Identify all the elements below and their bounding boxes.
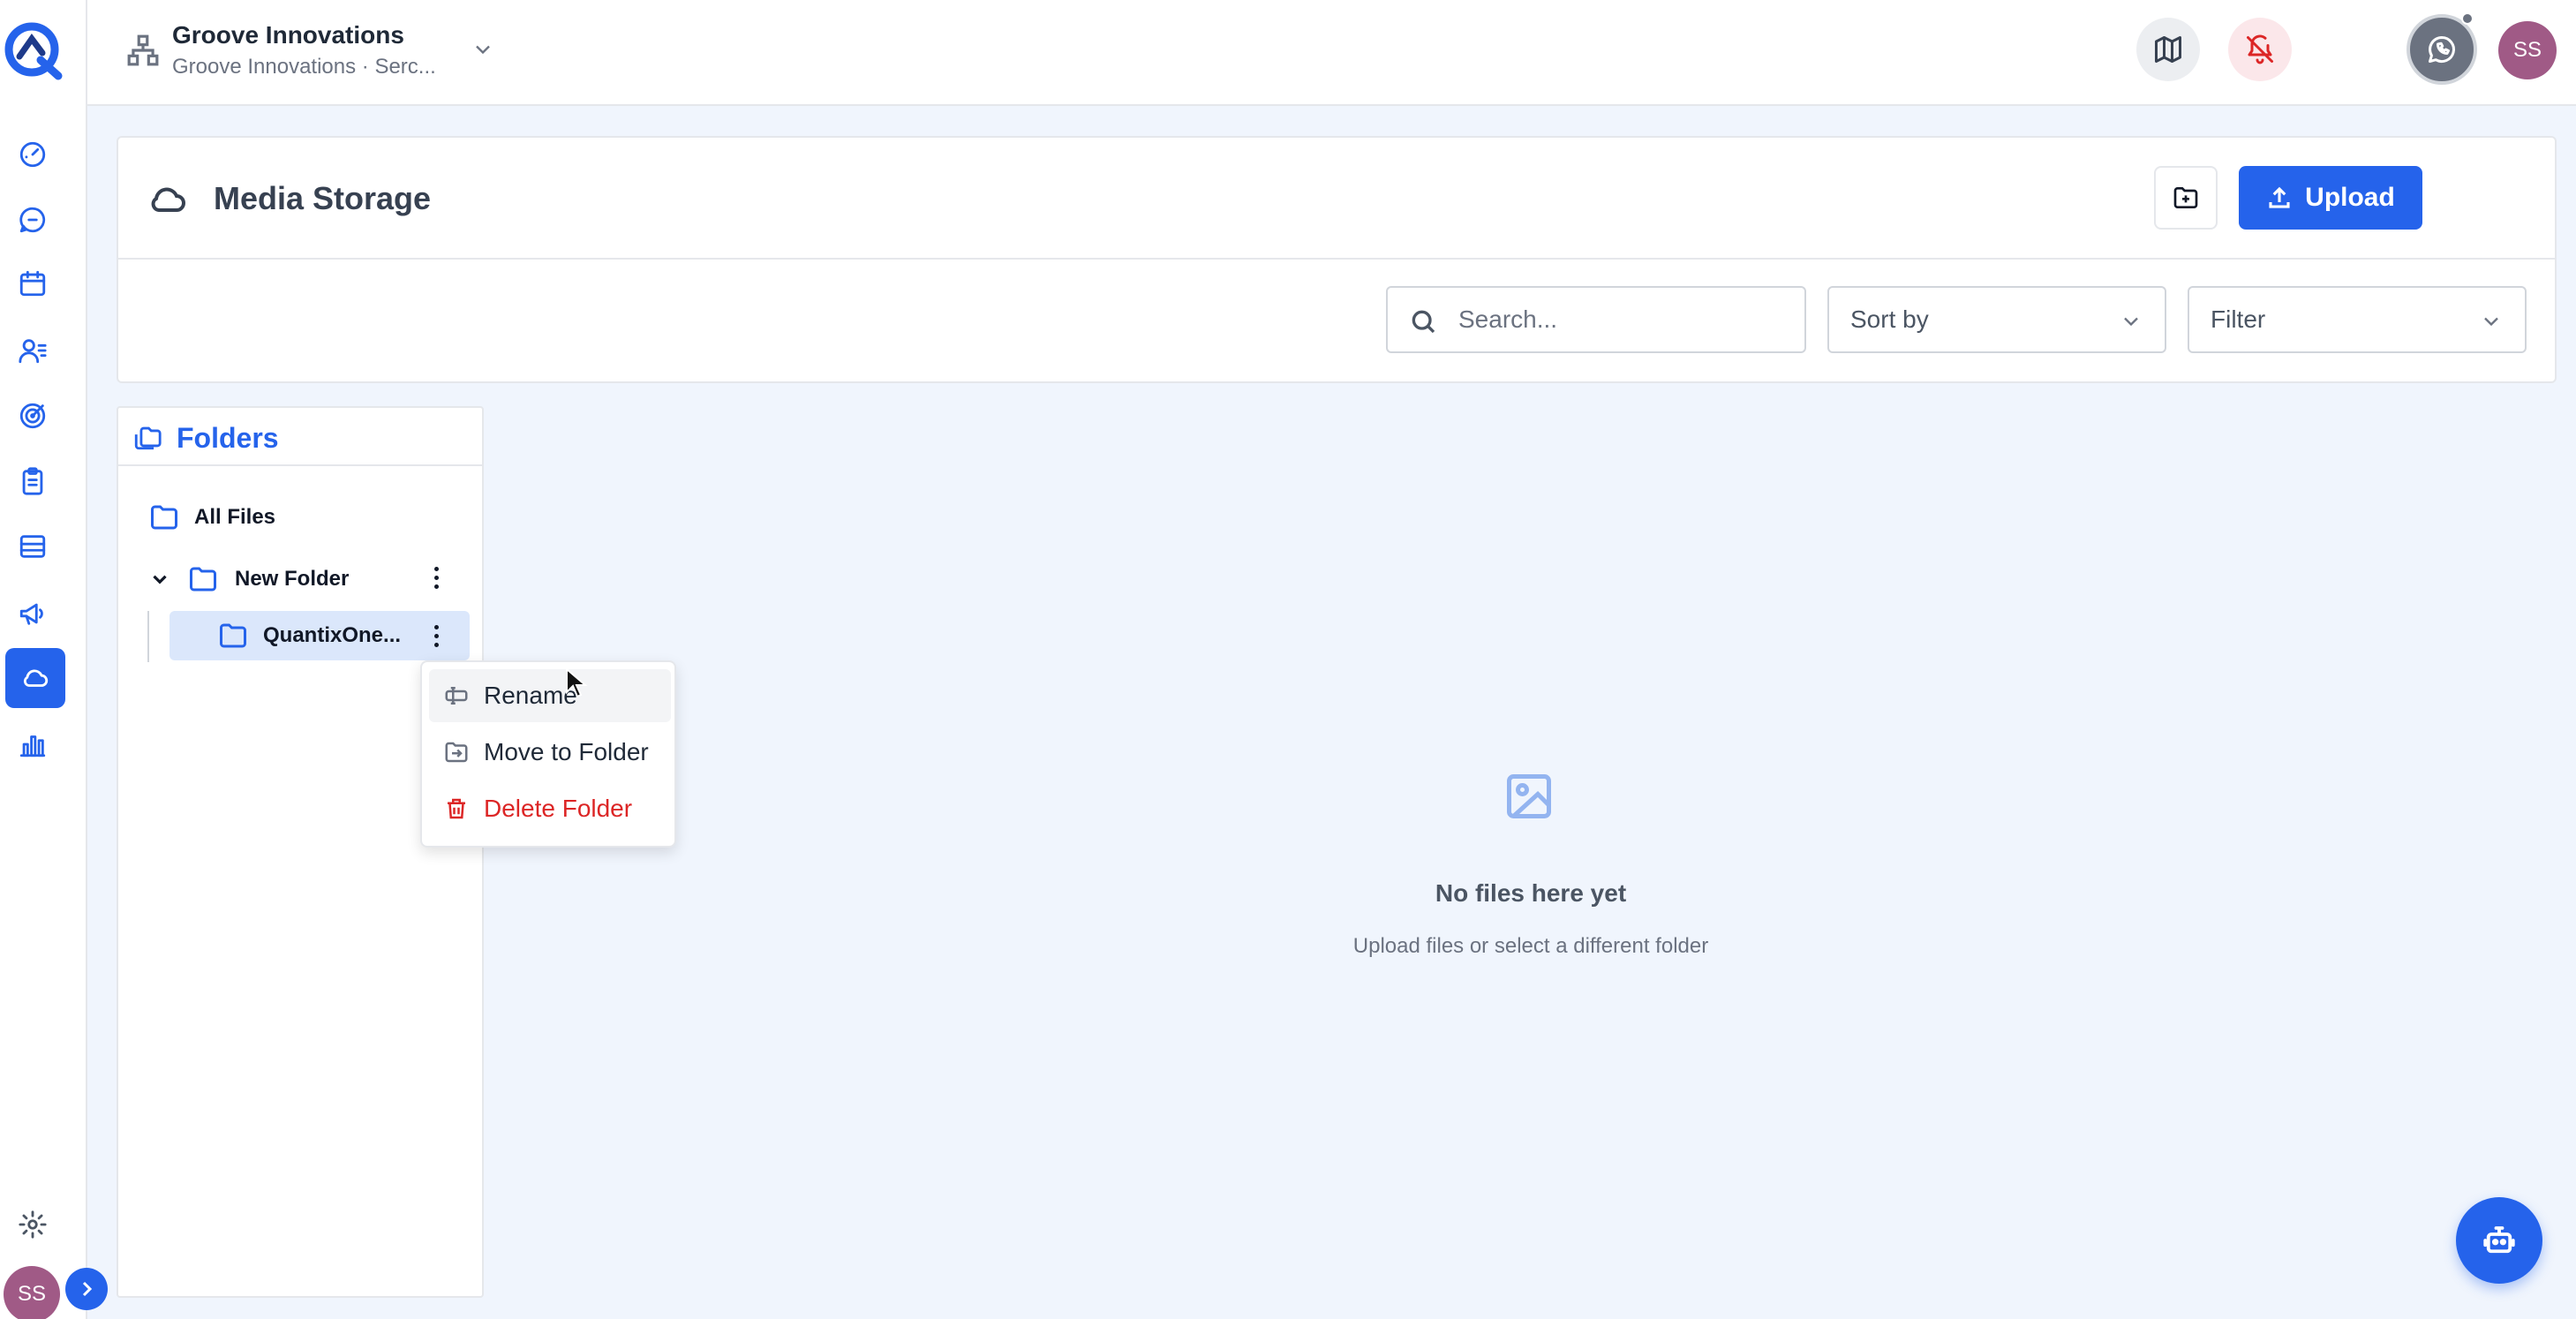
folder-context-menu: Rename Move to Folder Delete Folder: [420, 660, 676, 848]
org-switcher-chevron[interactable]: [471, 37, 495, 62]
empty-state-subtitle: Upload files or select a different folde…: [1352, 934, 1709, 958]
folders-icon: [134, 426, 162, 450]
app-logo[interactable]: [2, 18, 65, 81]
assistant-bot-button[interactable]: [2456, 1197, 2542, 1284]
contacts-icon: [19, 339, 47, 364]
new-folder-button[interactable]: [2154, 166, 2218, 230]
folder-all-files[interactable]: All Files: [148, 501, 275, 533]
rename-icon: [445, 687, 468, 705]
nav-marketing[interactable]: [12, 593, 53, 634]
chevron-right-icon: [82, 1281, 93, 1297]
top-bar: Groove Innovations Groove Innovations · …: [87, 0, 2576, 106]
filter-select-label: Filter: [2211, 305, 2266, 333]
page-title: Media Storage: [214, 180, 432, 216]
folder-move-icon: [445, 742, 468, 763]
megaphone-icon: [19, 603, 43, 625]
menu-item-delete-folder[interactable]: Delete Folder: [429, 782, 671, 835]
folder-label: New Folder: [235, 567, 350, 591]
nav-tasks[interactable]: [12, 461, 53, 501]
nav-dashboard[interactable]: [12, 134, 53, 175]
menu-item-label: Rename: [484, 682, 577, 709]
bot-icon: [2483, 1226, 2515, 1254]
org-switcher-icon: [126, 34, 160, 67]
upload-button[interactable]: Upload: [2239, 166, 2422, 230]
status-dot: [2461, 12, 2474, 25]
folder-icon: [220, 623, 246, 648]
cloud-icon: [23, 669, 49, 687]
nav-contacts[interactable]: [12, 330, 53, 371]
tree-connector: [147, 611, 149, 662]
filter-select[interactable]: Filter: [2188, 286, 2527, 353]
map-button[interactable]: [2136, 18, 2200, 81]
folder-label: All Files: [194, 505, 276, 529]
nav-media-storage[interactable]: [5, 648, 65, 708]
folders-header: Folders: [118, 408, 482, 466]
divider: [118, 258, 2555, 260]
org-name[interactable]: Groove Innovations: [172, 21, 404, 49]
cloud-icon: [147, 178, 189, 221]
nav-settings[interactable]: [12, 1204, 53, 1245]
org-subtitle[interactable]: Groove Innovations · Serc...: [172, 55, 436, 79]
user-avatar[interactable]: SS: [4, 1266, 60, 1319]
folder-options-button[interactable]: [418, 618, 454, 653]
folder-new-folder[interactable]: New Folder: [148, 563, 349, 595]
kebab-icon: [433, 566, 439, 589]
menu-item-rename[interactable]: Rename: [429, 669, 671, 722]
expand-sidebar-button[interactable]: [65, 1268, 108, 1310]
folder-icon: [190, 567, 216, 592]
folder-quantixone[interactable]: QuantixOne...: [169, 611, 470, 660]
calendar-icon: [19, 270, 46, 297]
folder-plus-icon: [2173, 187, 2198, 208]
folder-icon: [151, 505, 177, 530]
menu-item-move-to-folder[interactable]: Move to Folder: [429, 726, 671, 779]
left-sidebar: SS: [0, 0, 108, 1319]
bar-chart-icon: [19, 735, 46, 757]
chat-icon: [19, 207, 46, 233]
mouse-cursor-icon: [566, 667, 588, 698]
notifications-button[interactable]: [2228, 18, 2292, 81]
dashboard-icon: [19, 141, 46, 168]
nav-opportunities[interactable]: [12, 396, 53, 436]
whatsapp-button[interactable]: [2407, 14, 2477, 85]
search-field[interactable]: [1386, 286, 1806, 353]
chevron-down-icon: [2124, 317, 2138, 327]
search-icon: [1412, 310, 1435, 334]
image-placeholder-icon: [1503, 770, 1555, 823]
chevron-down-icon: [2484, 317, 2498, 327]
folder-options-button[interactable]: [418, 560, 454, 595]
nav-payments[interactable]: [12, 526, 53, 567]
bell-off-icon: [2247, 34, 2273, 64]
search-input[interactable]: [1458, 288, 1794, 351]
folder-label: QuantixOne...: [263, 623, 402, 647]
media-storage-header: Media Storage Upload Sort by Filter: [117, 136, 2557, 383]
settings-icon: [19, 1210, 47, 1239]
upload-icon: [2269, 186, 2290, 208]
menu-item-label: Move to Folder: [484, 738, 649, 765]
target-icon: [19, 403, 46, 429]
sort-select[interactable]: Sort by: [1827, 286, 2166, 353]
sitemap-icon: [127, 34, 159, 66]
whatsapp-icon: [2429, 36, 2455, 63]
more-options-button[interactable]: [2572, 166, 2576, 230]
nav-conversations[interactable]: [12, 200, 53, 240]
menu-item-label: Delete Folder: [484, 795, 633, 822]
empty-state-title: No files here yet: [1435, 879, 1627, 907]
clipboard-icon: [22, 467, 43, 495]
nav-calendar[interactable]: [12, 263, 53, 304]
map-icon: [2155, 36, 2181, 63]
folders-panel: Folders All Files New Folder QuantixOne.…: [117, 406, 484, 1298]
chevron-down-icon[interactable]: [148, 568, 171, 591]
folders-title: Folders: [177, 422, 279, 454]
kebab-icon: [433, 624, 439, 647]
sort-select-label: Sort by: [1850, 305, 1929, 333]
nav-reporting[interactable]: [12, 724, 53, 765]
upload-button-label: Upload: [2305, 183, 2395, 212]
chevron-down-icon: [476, 45, 490, 55]
billing-icon: [19, 535, 46, 558]
trash-icon: [448, 798, 465, 819]
profile-avatar[interactable]: SS: [2498, 21, 2557, 79]
